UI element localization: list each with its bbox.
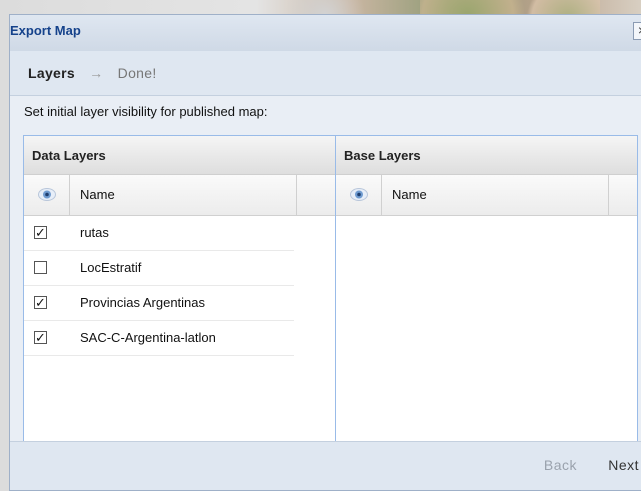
step-done: Done! [117,65,157,81]
layer-name: SAC-C-Argentina-latlon [80,330,216,345]
layer-row[interactable]: ✓ SAC-C-Argentina-latlon [24,321,294,356]
layer-row[interactable]: LocEstratif [24,251,294,286]
layer-row[interactable]: ✓ rutas [24,216,294,251]
panel-title: Data Layers [32,148,106,163]
arrow-right-icon: → [89,65,104,81]
visibility-checkbox[interactable] [34,261,47,274]
visibility-checkbox[interactable]: ✓ [34,296,47,309]
grid-header: Name [24,175,340,216]
visibility-column-header[interactable] [24,175,70,215]
layer-name: Provincias Argentinas [80,295,206,310]
visibility-column-header[interactable] [336,175,382,215]
visibility-checkbox[interactable]: ✓ [34,331,47,344]
panel-header: Base Layers [336,136,637,175]
dialog-footer: Back Next [10,441,641,490]
dialog-title: Export Map [10,23,81,38]
dialog-content: Layers → Done! Set initial layer visibil… [10,51,641,490]
layer-row[interactable]: ✓ Provincias Argentinas [24,286,294,321]
export-map-dialog: Export Map × Layers → Done! Set initial … [9,14,641,491]
dialog-titlebar[interactable]: Export Map × [10,15,641,51]
instruction-text: Set initial layer visibility for publish… [24,104,268,119]
name-column-header[interactable]: Name [382,175,609,215]
back-button[interactable]: Back [544,457,577,473]
grid-header: Name [336,175,637,216]
data-layers-list: ✓ rutas LocEstratif ✓ Provincias Argentinas ✓… [24,216,340,356]
panel-header: Data Layers [24,136,340,175]
data-layers-panel: Data Layers Name ✓ rutas LocEstratif ✓ Provi… [23,135,341,452]
eye-icon [350,188,368,201]
layer-name: rutas [80,225,109,240]
close-icon[interactable]: × [633,22,641,40]
next-button[interactable]: Next [608,457,639,473]
panel-title: Base Layers [344,148,421,163]
base-layers-panel: Base Layers Name [335,135,638,452]
wizard-steps: Layers → Done! [10,51,641,96]
visibility-checkbox[interactable]: ✓ [34,226,47,239]
layer-name: LocEstratif [80,260,142,275]
name-column-header[interactable]: Name [70,175,297,215]
breadcrumb: Layers → Done! [28,65,157,81]
step-layers: Layers [28,65,75,81]
eye-icon [38,188,56,201]
